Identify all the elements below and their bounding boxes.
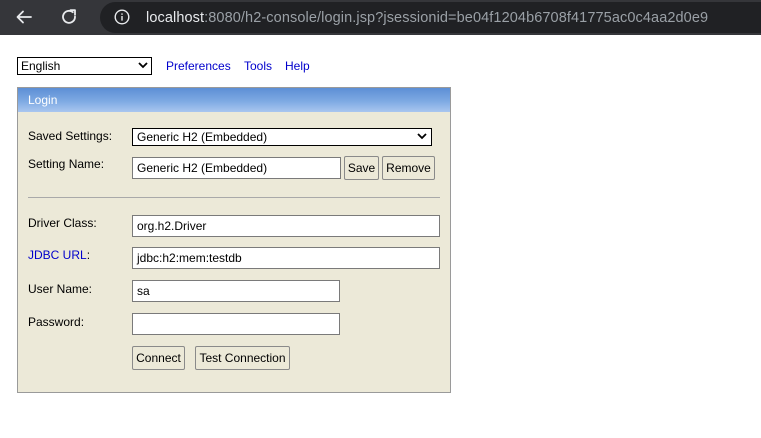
language-value: English — [21, 59, 61, 73]
jdbc-url-field[interactable]: jdbc:h2:mem:testdb — [132, 247, 440, 269]
info-icon[interactable] — [114, 9, 130, 25]
browser-toolbar: localhost:8080/h2-console/login.jsp?jses… — [0, 0, 761, 35]
jdbc-url-colon: : — [86, 248, 91, 262]
preferences-link[interactable]: Preferences — [166, 59, 231, 73]
user-name-field[interactable]: sa — [132, 280, 340, 302]
login-panel-title: Login — [18, 88, 450, 112]
password-field[interactable] — [132, 313, 340, 335]
user-name-label: User Name: — [28, 282, 93, 296]
remove-button[interactable]: Remove — [382, 156, 435, 180]
password-label: Password: — [28, 315, 85, 329]
jdbc-url-label: JDBC URL: — [28, 248, 90, 262]
connect-button[interactable]: Connect — [132, 346, 185, 370]
url-host: localhost — [146, 10, 205, 26]
url-path: :8080/h2-console/login.jsp?jsessionid=be… — [204, 10, 709, 26]
setting-name-label: Setting Name: — [28, 157, 105, 171]
saved-settings-label: Saved Settings: — [28, 129, 113, 143]
tools-link[interactable]: Tools — [244, 59, 272, 73]
chevron-down-icon — [417, 133, 427, 140]
address-bar[interactable]: localhost:8080/h2-console/login.jsp?jses… — [100, 2, 761, 33]
save-button[interactable]: Save — [344, 156, 379, 180]
login-panel: Login Saved Settings: Generic H2 (Embedd… — [17, 87, 451, 393]
chevron-down-icon — [138, 62, 148, 69]
help-link[interactable]: Help — [285, 59, 310, 73]
jdbc-url-link[interactable]: JDBC URL — [28, 248, 87, 262]
language-select[interactable]: English — [17, 57, 152, 75]
driver-class-label: Driver Class: — [28, 216, 97, 230]
divider — [28, 197, 440, 198]
saved-settings-value: Generic H2 (Embedded) — [137, 130, 268, 144]
test-connection-button[interactable]: Test Connection — [195, 346, 290, 370]
saved-settings-select[interactable]: Generic H2 (Embedded) — [132, 128, 432, 146]
setting-name-field[interactable]: Generic H2 (Embedded) — [132, 157, 341, 179]
url-text[interactable]: localhost:8080/h2-console/login.jsp?jses… — [146, 10, 708, 26]
back-arrow-icon[interactable] — [13, 6, 35, 28]
reload-icon[interactable] — [58, 6, 80, 28]
driver-class-field[interactable]: org.h2.Driver — [132, 215, 440, 237]
